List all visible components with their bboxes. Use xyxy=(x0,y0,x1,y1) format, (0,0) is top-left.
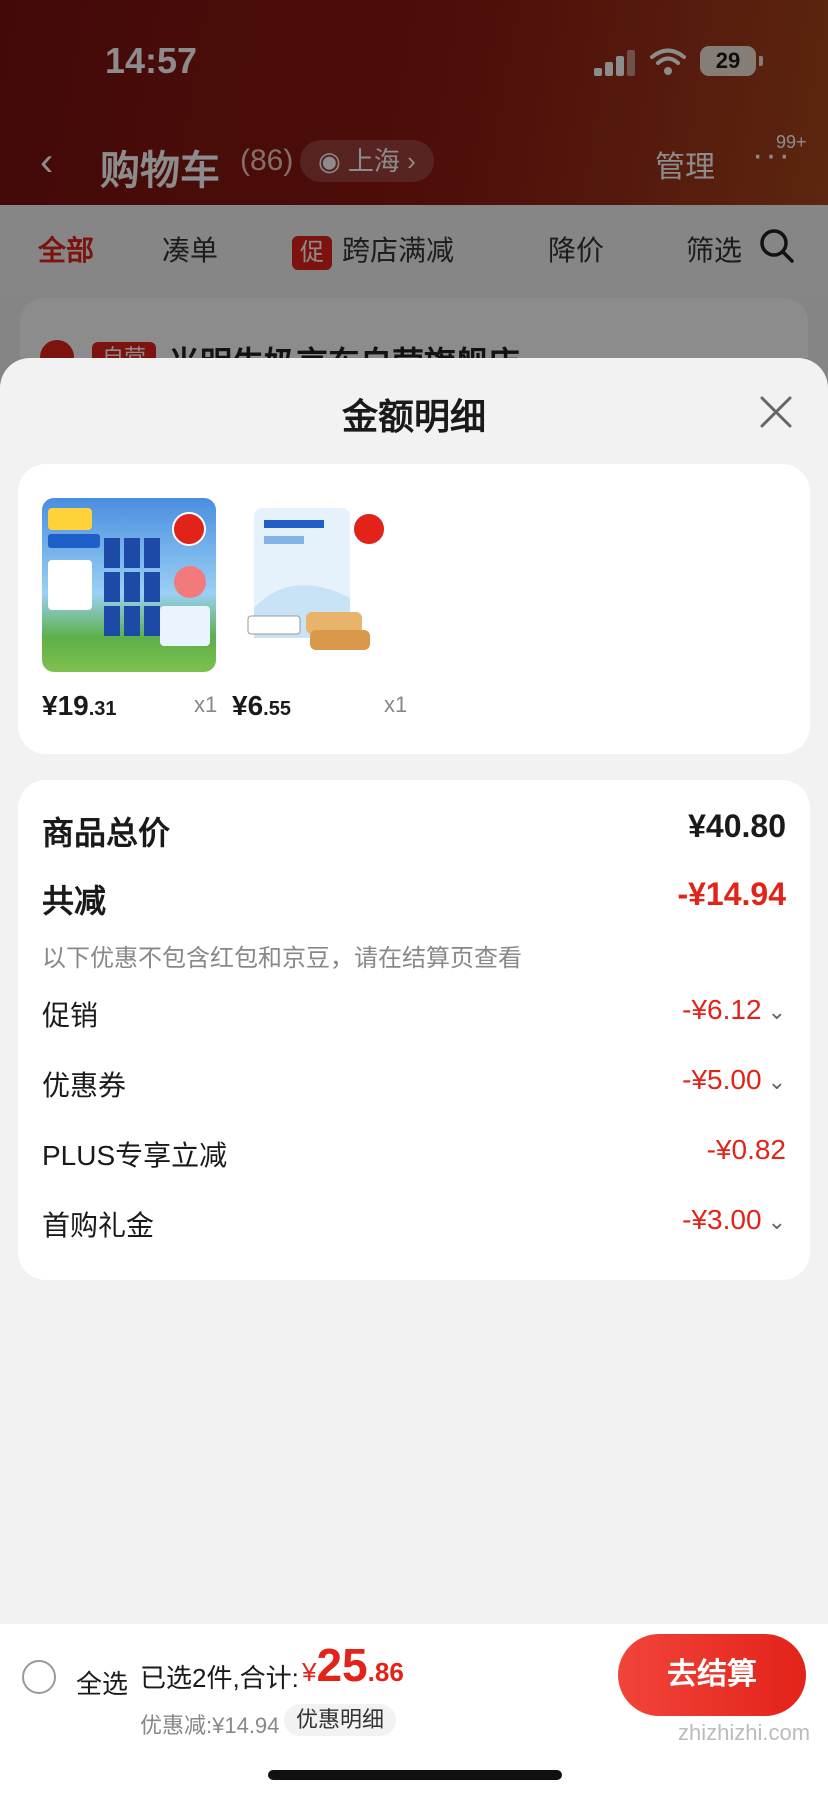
watermark: zhizhizhi.com xyxy=(678,1720,811,1745)
first-purchase-gift-value: -¥3.00 ⌄ xyxy=(682,1204,786,1236)
goods-total-row: 商品总价 ¥40.80 xyxy=(42,808,786,858)
price-summary-card: 商品总价 ¥40.80 共减 -¥14.94 以下优惠不包含红包和京豆，请在结算… xyxy=(18,780,810,1280)
total-currency: ¥ xyxy=(302,1657,317,1687)
coupon-value: -¥5.00 ⌄ xyxy=(682,1064,786,1096)
promotion-label: 促销 xyxy=(42,1000,99,1031)
total-reduce-label: 共减 xyxy=(42,883,107,919)
goods-total-value: ¥40.80 xyxy=(688,808,786,844)
close-icon[interactable] xyxy=(756,392,796,432)
price-integer: ¥6 xyxy=(232,690,264,721)
coupon-label: 优惠券 xyxy=(42,1070,127,1101)
first-purchase-gift-amount: -¥3.00 xyxy=(682,1204,762,1235)
chevron-down-icon: ⌄ xyxy=(767,1069,786,1094)
product-quantity: x1 xyxy=(384,692,408,717)
total-reduce-row: 共减 -¥14.94 xyxy=(42,876,786,926)
total-decimal: .86 xyxy=(367,1657,404,1687)
sheet-title: 金额明细 xyxy=(341,396,486,437)
promotion-row[interactable]: 促销 -¥6.12 ⌄ xyxy=(42,994,786,1044)
goods-total-label: 商品总价 xyxy=(42,815,171,851)
plus-discount-label: PLUS专享立减 xyxy=(42,1140,228,1171)
coupon-row[interactable]: 优惠券 -¥5.00 ⌄ xyxy=(42,1064,786,1114)
product-price: ¥6.55 xyxy=(232,690,291,722)
price-integer: ¥19 xyxy=(42,690,89,721)
plus-discount-row: PLUS专享立减 -¥0.82 xyxy=(42,1134,786,1184)
first-purchase-gift-label: 首购礼金 xyxy=(42,1210,155,1241)
selected-count-text: 已选2件,合计: xyxy=(140,1663,299,1693)
checkout-bar: 全选 已选2件,合计: ¥25.86 优惠减:¥14.94 优惠明细 去结算 z… xyxy=(0,1624,828,1796)
chevron-down-icon: ⌄ xyxy=(767,1209,786,1234)
home-indicator xyxy=(268,1770,562,1780)
discount-detail-button[interactable]: 优惠明细 xyxy=(284,1704,397,1736)
promotion-value: -¥6.12 ⌄ xyxy=(682,994,786,1026)
coupon-amount: -¥5.00 xyxy=(682,1064,762,1095)
first-purchase-gift-row[interactable]: 首购礼金 -¥3.00 ⌄ xyxy=(42,1204,786,1254)
total-price: ¥25.86 xyxy=(302,1638,404,1692)
products-card: ¥19.31 x1 ¥6.55 x1 xyxy=(18,464,810,754)
promotion-amount: -¥6.12 xyxy=(682,994,762,1025)
product-item[interactable]: ¥6.55 x1 xyxy=(232,498,412,721)
price-decimal: .55 xyxy=(263,698,291,720)
amount-detail-sheet: 金额明细 ¥19.31 x1 ¥6.55 x1 商品总价 ¥40.80 共减 -… xyxy=(0,358,828,1796)
checked-icon[interactable] xyxy=(172,512,206,546)
checkout-button[interactable]: 去结算 xyxy=(618,1634,806,1716)
select-all-label[interactable]: 全选 xyxy=(76,1664,128,1701)
chevron-down-icon: ⌄ xyxy=(767,999,786,1024)
discount-amount: 优惠减:¥14.94 xyxy=(140,1713,280,1738)
checked-icon[interactable] xyxy=(352,512,386,546)
total-integer: 25 xyxy=(316,1639,368,1691)
plus-discount-value: -¥0.82 xyxy=(706,1134,786,1165)
product-price: ¥19.31 xyxy=(42,690,117,722)
discount-note: 以下优惠不包含红包和京豆，请在结算页查看 xyxy=(42,945,522,972)
total-reduce-value: -¥14.94 xyxy=(677,876,786,912)
product-quantity: x1 xyxy=(194,692,218,717)
product-item[interactable]: ¥19.31 x1 xyxy=(42,498,222,721)
price-decimal: .31 xyxy=(88,698,117,720)
select-all-checkbox[interactable] xyxy=(22,1660,56,1694)
